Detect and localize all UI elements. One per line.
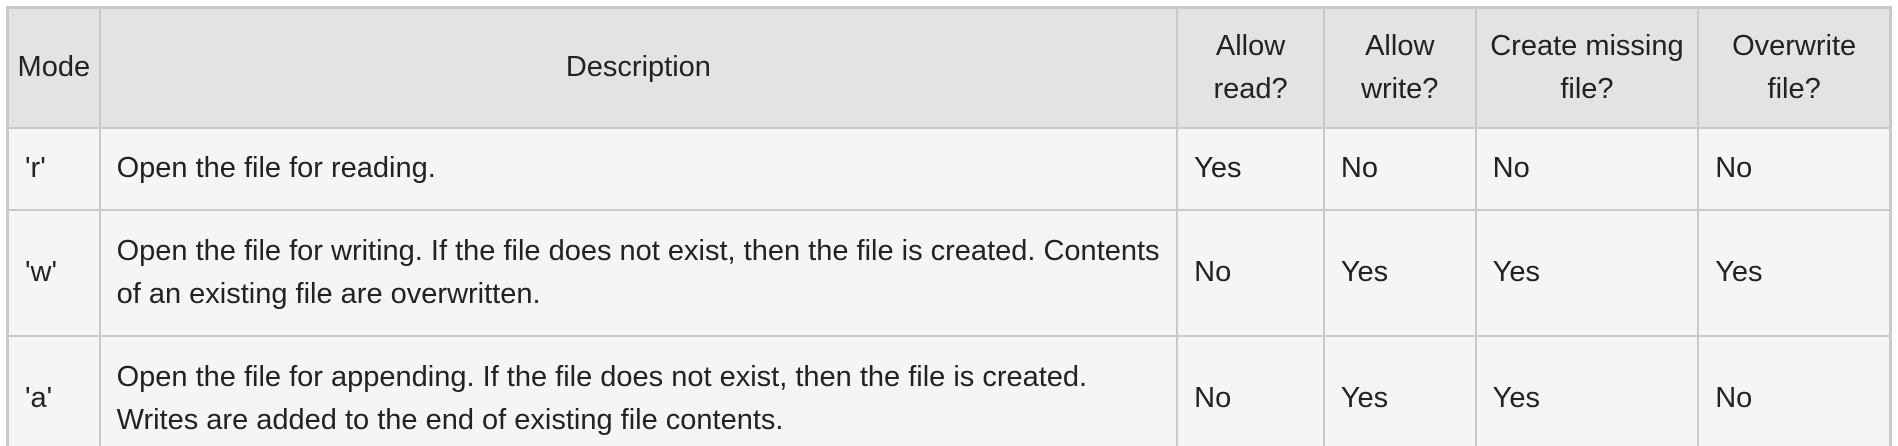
cell-allow-read: Yes — [1176, 127, 1325, 211]
cell-overwrite: No — [1697, 127, 1892, 211]
table-container: Mode Description Allow read? Allow write… — [0, 0, 1898, 446]
header-allow-write: Allow write? — [1322, 6, 1477, 129]
cell-overwrite: Yes — [1697, 209, 1892, 337]
header-create-missing: Create missing file? — [1474, 6, 1700, 129]
cell-overwrite: No — [1697, 335, 1892, 446]
cell-create-missing: No — [1474, 127, 1700, 211]
cell-mode: 'r' — [6, 127, 101, 211]
cell-description: Open the file for reading. — [98, 127, 1179, 211]
header-mode: Mode — [6, 6, 101, 129]
table-header: Mode Description Allow read? Allow write… — [6, 6, 1892, 129]
cell-allow-read: No — [1176, 209, 1325, 337]
table-body: 'r' Open the file for reading. Yes No No… — [6, 127, 1892, 446]
cell-mode: 'a' — [6, 335, 101, 446]
cell-mode: 'w' — [6, 209, 101, 337]
cell-allow-write: No — [1322, 127, 1477, 211]
cell-description: Open the file for writing. If the file d… — [98, 209, 1179, 337]
cell-allow-write: Yes — [1322, 335, 1477, 446]
table-row: 'w' Open the file for writing. If the fi… — [6, 209, 1892, 337]
table-row: 'r' Open the file for reading. Yes No No… — [6, 127, 1892, 211]
file-modes-table: Mode Description Allow read? Allow write… — [6, 6, 1892, 446]
header-allow-read: Allow read? — [1176, 6, 1325, 129]
cell-description: Open the file for appending. If the file… — [98, 335, 1179, 446]
header-description: Description — [98, 6, 1179, 129]
cell-allow-read: No — [1176, 335, 1325, 446]
cell-create-missing: Yes — [1474, 335, 1700, 446]
header-row: Mode Description Allow read? Allow write… — [6, 6, 1892, 129]
header-overwrite: Overwrite file? — [1697, 6, 1892, 129]
cell-create-missing: Yes — [1474, 209, 1700, 337]
table-row: 'a' Open the file for appending. If the … — [6, 335, 1892, 446]
cell-allow-write: Yes — [1322, 209, 1477, 337]
